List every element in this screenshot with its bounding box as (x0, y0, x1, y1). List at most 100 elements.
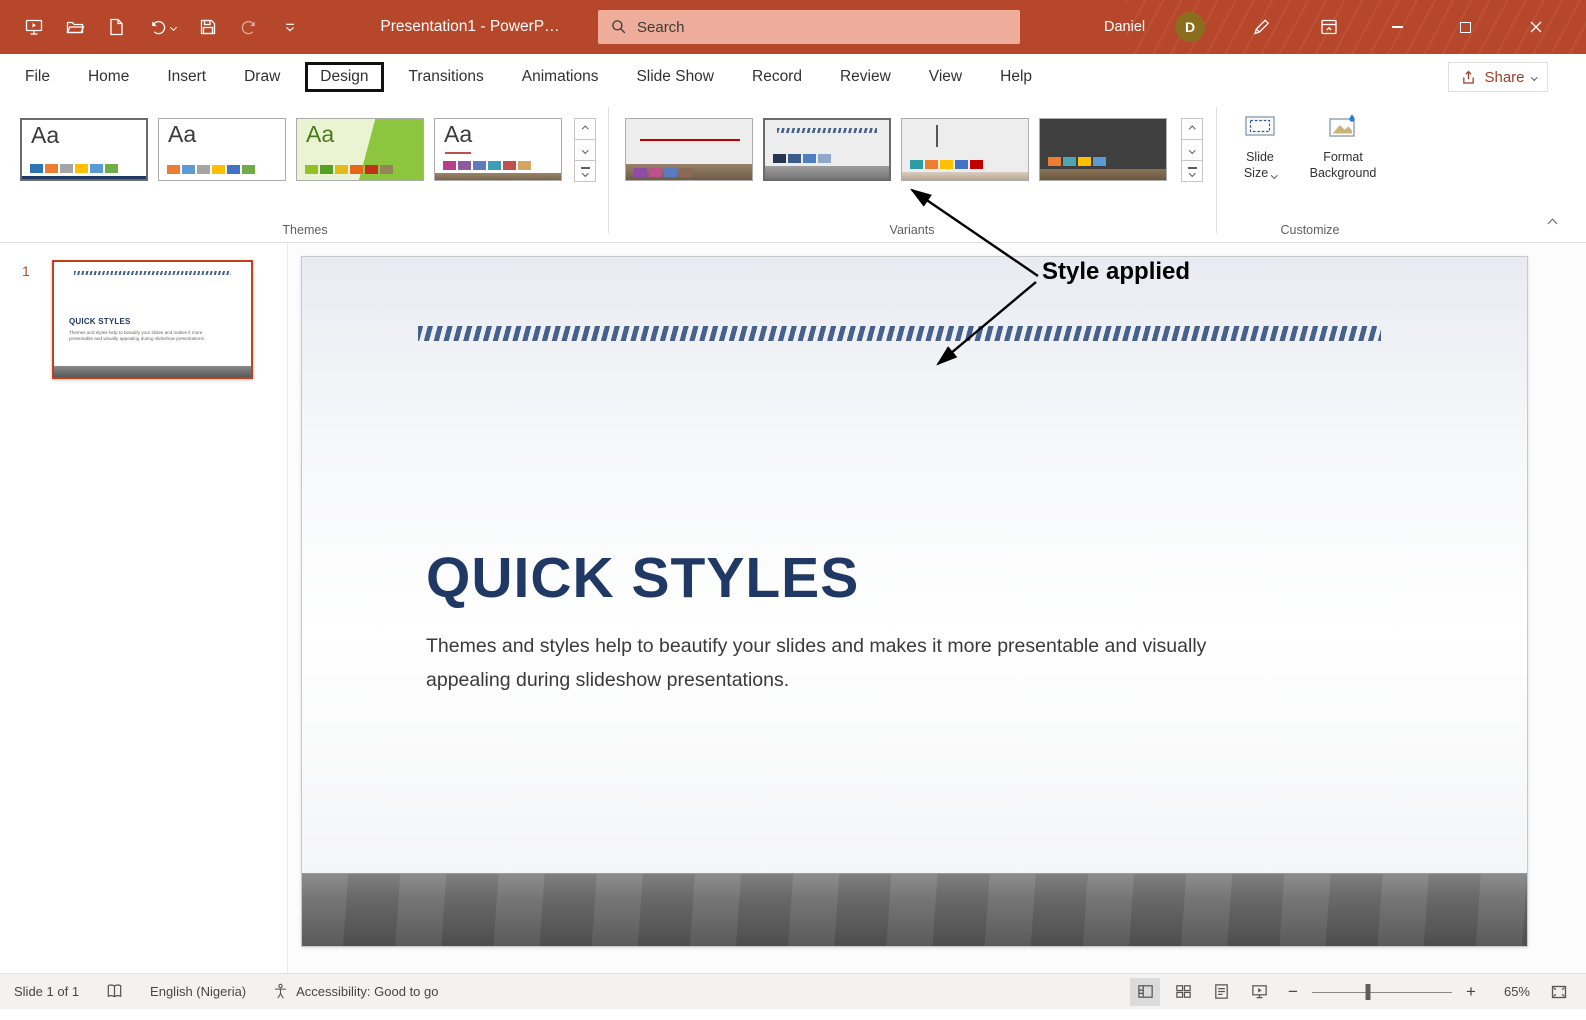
theme-glyph: Aa (444, 121, 473, 147)
slide-body-textbox[interactable]: Themes and styles help to beautify your … (426, 629, 1286, 697)
tab-review[interactable]: Review (821, 54, 910, 99)
format-background-label: Format Background (1309, 150, 1377, 180)
zoom-slider-thumb[interactable] (1365, 983, 1371, 1000)
share-button[interactable]: Share (1448, 62, 1548, 92)
tab-insert[interactable]: Insert (148, 54, 225, 99)
tab-draw[interactable]: Draw (225, 54, 299, 99)
slideshow-view-button[interactable] (1244, 978, 1274, 1006)
customize-group-label: Customize (1280, 223, 1340, 237)
account-name[interactable]: Daniel (1104, 0, 1145, 54)
variant-thumbnail-3[interactable] (901, 118, 1029, 181)
tab-file[interactable]: File (6, 54, 69, 99)
ribbon-display-options-icon[interactable] (1304, 0, 1354, 54)
variant-thumbnail-4[interactable] (1039, 118, 1167, 181)
theme-thumbnail-3[interactable]: Aa (296, 118, 424, 181)
redo-icon[interactable] (231, 9, 267, 45)
tab-animations[interactable]: Animations (503, 54, 618, 99)
accessibility-person-icon (275, 983, 287, 999)
search-placeholder: Search (637, 18, 685, 36)
maximize-button[interactable] (1440, 0, 1490, 54)
ribbon-design: Aa Aa Aa Aa Themes Variants Slide Size F… (0, 99, 1586, 243)
save-icon[interactable] (190, 9, 226, 45)
thumbnail-stripe-graphic (74, 271, 231, 275)
reading-view-button[interactable] (1206, 978, 1236, 1006)
fit-slide-to-window-button[interactable] (1544, 978, 1574, 1006)
theme-glyph: Aa (306, 121, 335, 147)
variants-scroll-up-icon[interactable] (1181, 118, 1203, 140)
themes-scroll-up-icon[interactable] (574, 118, 596, 140)
slide-canvas[interactable]: QUICK STYLES Themes and styles help to b… (301, 256, 1528, 947)
theme-thumbnail-4[interactable]: Aa (434, 118, 562, 181)
group-separator (608, 107, 609, 233)
window-bottom-edge (0, 1009, 1586, 1020)
themes-group-label: Themes (282, 223, 328, 237)
slide-1-thumbnail[interactable]: QUICK STYLES Themes and styles help to b… (52, 260, 253, 379)
variant-thumbnail-1[interactable] (625, 118, 753, 181)
format-background-icon (1329, 114, 1355, 137)
slide-title-textbox[interactable]: QUICK STYLES (426, 545, 859, 611)
variant-color-swatches (1048, 157, 1106, 166)
new-file-icon[interactable] (98, 9, 134, 45)
variant-footer (765, 166, 889, 179)
inking-pen-icon[interactable] (1236, 0, 1286, 54)
tab-slide-show[interactable]: Slide Show (617, 54, 733, 99)
reading-view-icon (1214, 984, 1228, 999)
theme-thumbnail-1[interactable]: Aa (20, 118, 148, 181)
variants-gallery-more-icon[interactable] (1181, 160, 1203, 182)
ribbon-tab-bar: File Home Insert Draw Design Transitions… (0, 54, 1586, 99)
zoom-in-button[interactable]: + (1460, 978, 1482, 1006)
tab-view[interactable]: View (910, 54, 981, 99)
avatar[interactable]: D (1175, 12, 1205, 42)
slide-size-button[interactable]: Slide Size (1232, 112, 1288, 181)
themes-gallery-scroller (574, 118, 596, 182)
editing-canvas: QUICK STYLES Themes and styles help to b… (289, 243, 1586, 973)
tab-home[interactable]: Home (69, 54, 148, 99)
variant-color-swatches (634, 168, 692, 177)
slide-number: 1 (22, 263, 30, 279)
search-icon (612, 20, 626, 34)
customize-qat-icon[interactable] (272, 9, 308, 45)
variants-group-label: Variants (889, 223, 935, 237)
language-status[interactable]: English (Nigeria) (150, 984, 246, 999)
chevron-down-icon (1530, 73, 1537, 81)
theme-color-swatches (167, 165, 255, 174)
slide-indicator: Slide 1 of 1 (14, 984, 80, 999)
zoom-level[interactable]: 65% (1490, 984, 1530, 999)
share-icon (1463, 70, 1475, 84)
zoom-out-button[interactable]: − (1282, 978, 1304, 1006)
start-slideshow-icon[interactable] (16, 9, 52, 45)
status-bar: Slide 1 of 1 English (Nigeria) Accessibi… (0, 973, 1586, 1009)
normal-view-button[interactable] (1130, 977, 1160, 1006)
tab-transitions[interactable]: Transitions (390, 54, 503, 99)
theme-color-swatches (443, 161, 531, 170)
close-button[interactable] (1506, 0, 1566, 54)
slide-sorter-view-button[interactable] (1168, 978, 1198, 1006)
variant-color-swatches (773, 154, 831, 163)
themes-scroll-down-icon[interactable] (574, 139, 596, 161)
variants-gallery-scroller (1181, 118, 1203, 182)
spell-check-button[interactable] (105, 982, 124, 1001)
annotation-style-applied: Style applied (1042, 258, 1191, 285)
accessibility-status[interactable]: Accessibility: Good to go (272, 983, 439, 1000)
variants-scroll-down-icon[interactable] (1181, 139, 1203, 161)
zoom-slider[interactable] (1312, 980, 1452, 1004)
window-title: Presentation1 - PowerP… (380, 18, 560, 35)
tab-design[interactable]: Design (305, 61, 384, 92)
fit-to-window-icon (1551, 985, 1567, 998)
undo-button[interactable] (139, 9, 185, 45)
striped-line-graphic[interactable] (418, 326, 1381, 341)
format-background-button[interactable]: Format Background (1300, 112, 1386, 181)
theme-thumbnail-2[interactable]: Aa (158, 118, 286, 181)
open-file-icon[interactable] (57, 9, 93, 45)
search-box[interactable]: Search (598, 10, 1020, 44)
slide-thumbnail-panel: 1 QUICK STYLES Themes and styles help to… (0, 243, 288, 973)
chevron-down-icon (1270, 171, 1278, 178)
collapse-ribbon-icon[interactable] (1547, 214, 1558, 232)
themes-gallery-more-icon[interactable] (574, 160, 596, 182)
slide-size-icon (1245, 116, 1275, 136)
variant-thumbnail-2-selected[interactable] (763, 118, 891, 181)
tab-record[interactable]: Record (733, 54, 821, 99)
variant-footer (1040, 169, 1166, 180)
minimize-button[interactable] (1372, 0, 1422, 54)
tab-help[interactable]: Help (981, 54, 1051, 99)
